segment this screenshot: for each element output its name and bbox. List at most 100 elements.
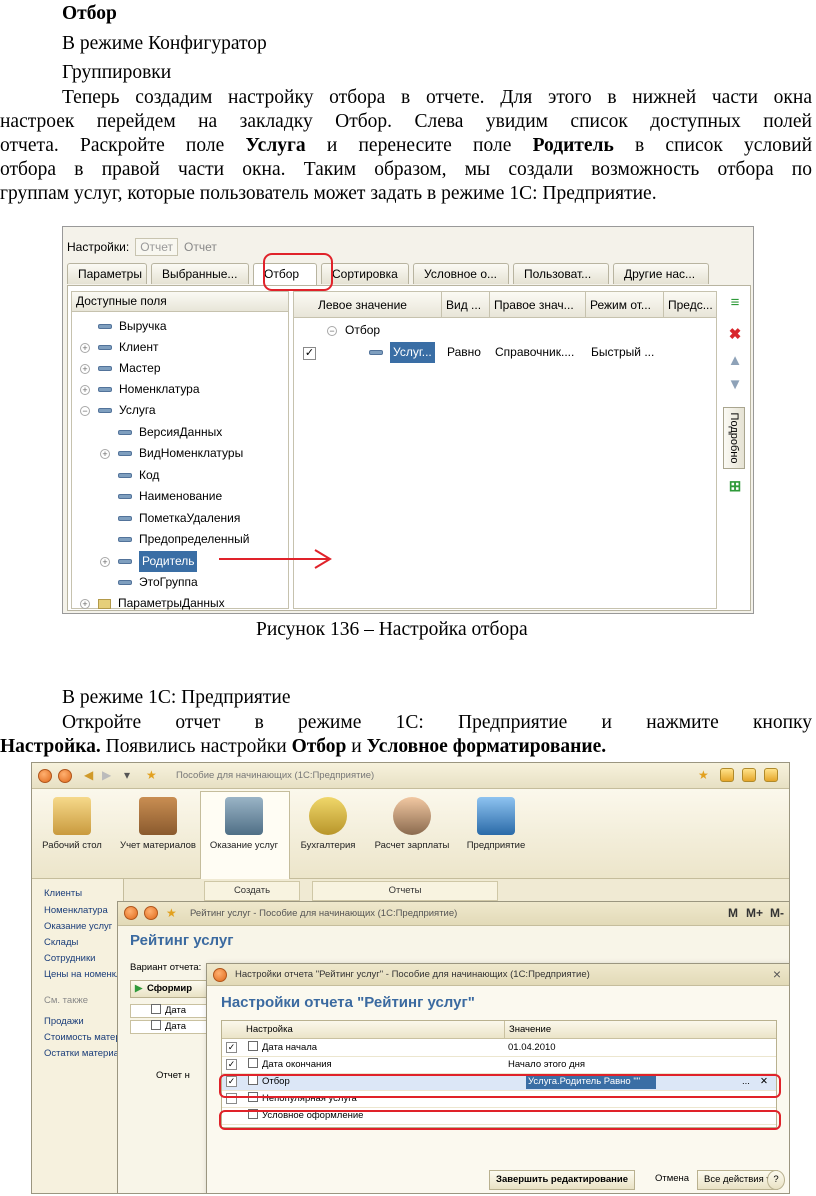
filter-mode[interactable]: Быстрый ... [588, 342, 654, 363]
settings-window: Настройки отчета "Рейтинг услуг" - Пособ… [206, 963, 789, 1193]
filter-row-check[interactable]: ✓ [300, 342, 316, 363]
cancel-button[interactable]: Отмена [649, 1170, 695, 1190]
expand-icon[interactable]: + [80, 384, 90, 395]
star-icon[interactable]: ★ [146, 768, 157, 782]
calc-icon[interactable] [742, 768, 756, 782]
1c-logo-icon[interactable] [124, 906, 138, 920]
filter-compare-type[interactable]: Равно [444, 342, 481, 363]
tab-conditional[interactable]: Условное о... [413, 263, 509, 284]
expand-icon[interactable]: + [80, 342, 90, 353]
tree-item[interactable]: + ВидНоменклатуры [100, 443, 243, 464]
tab-parameters[interactable]: Параметры [67, 263, 147, 284]
section-materials[interactable]: Учет материалов [118, 797, 198, 851]
report-param-row[interactable]: Дата [130, 1004, 210, 1018]
tab-user[interactable]: Пользоват... [513, 263, 609, 284]
filter-grid-header: Левое значение Вид ... Правое знач... Ре… [294, 292, 716, 318]
nav-item[interactable]: Склады [44, 936, 78, 950]
checkbox[interactable]: ✓ [226, 1059, 237, 1070]
materials-icon [139, 797, 177, 835]
report-title: Рейтинг услуг [130, 932, 234, 949]
expand-icon[interactable]: + [100, 556, 110, 567]
1c-logo-icon[interactable] [38, 769, 52, 783]
star-icon[interactable]: ★ [166, 906, 177, 920]
field-icon [98, 345, 112, 350]
nav-item[interactable]: Номенклатура [44, 904, 108, 918]
highlight-filter [219, 1074, 781, 1098]
tree-item[interactable]: ЭтоГруппа [118, 572, 198, 593]
checkbox[interactable]: ✓ [303, 347, 316, 360]
tree-item[interactable]: + Клиент [80, 337, 159, 358]
move-down-icon[interactable]: ▼ [727, 377, 743, 393]
section-payroll[interactable]: Расчет зарплаты [372, 797, 452, 851]
tree-item[interactable]: + ПараметрыДанных [80, 593, 225, 613]
field-icon [118, 537, 132, 542]
settings-row[interactable]: ✓ Дата окончания Начало этого дня [222, 1057, 776, 1074]
nav-item[interactable]: Оказание услуг [44, 920, 112, 934]
nav-item[interactable]: Клиенты [44, 887, 82, 901]
field-icon [118, 580, 132, 585]
sections-panel: Рабочий стол Учет материалов Оказание ус… [32, 789, 789, 879]
tree-item[interactable]: + Номенклатура [80, 379, 200, 400]
add-condition-icon[interactable]: ≡ [727, 295, 743, 311]
1c-logo-icon[interactable] [213, 968, 227, 982]
nav-item[interactable]: Сотрудники [44, 952, 95, 966]
m-plus-button[interactable]: M+ [746, 906, 763, 920]
expand-icon[interactable]: + [80, 598, 90, 609]
paragraph-1: Теперь создадим настройку отбора в отчет… [0, 87, 813, 204]
highlight-oval [263, 253, 333, 291]
finish-editing-button[interactable]: Завершить редактирование [489, 1170, 636, 1190]
form-report-button[interactable]: ▶ Сформир [130, 980, 210, 998]
tree-item[interactable]: Выручка [98, 316, 167, 337]
collapse-icon[interactable]: − [327, 326, 337, 336]
calendar-icon[interactable] [764, 768, 778, 782]
building-icon [477, 797, 515, 835]
history-icon[interactable] [720, 768, 734, 782]
report-param-row[interactable]: Дата [130, 1020, 210, 1034]
detail-button[interactable]: Подробно [723, 407, 745, 469]
m-button[interactable]: M [728, 906, 738, 920]
help-icon[interactable]: ? [767, 1170, 785, 1190]
field-icon [369, 350, 383, 355]
m-minus-button[interactable]: M- [770, 906, 784, 920]
tree-item[interactable]: ВерсияДанных [118, 422, 222, 443]
tree-item[interactable]: Наименование [118, 486, 222, 507]
collapse-icon[interactable]: − [80, 405, 90, 416]
nav-item[interactable]: Продажи [44, 1015, 84, 1029]
field-icon [118, 430, 132, 435]
section-services[interactable]: Оказание услуг [204, 797, 284, 851]
section-desktop[interactable]: Рабочий стол [32, 797, 112, 851]
tree-item[interactable]: Код [118, 465, 159, 486]
settings-row[interactable]: ✓ Дата начала 01.04.2010 [222, 1040, 776, 1057]
filter-group-row[interactable]: − Отбор [324, 320, 380, 341]
favorites-icon[interactable]: ★ [698, 768, 709, 782]
all-actions-button[interactable]: Все действия ▾ [697, 1170, 779, 1190]
tree-item[interactable]: ПометкаУдаления [118, 508, 240, 529]
section-enterprise[interactable]: Предприятие [456, 797, 536, 851]
arrow-annotation [219, 549, 332, 569]
close-icon[interactable]: × [773, 966, 781, 982]
filter-left-value[interactable]: Услуг... [366, 342, 435, 363]
section-accounting[interactable]: Бухгалтерия [288, 797, 368, 851]
move-up-icon[interactable]: ▲ [727, 353, 743, 369]
tab-other[interactable]: Другие нас... [613, 263, 709, 284]
settings-value[interactable]: Отчет [135, 238, 179, 256]
tree-item[interactable]: + Мастер [80, 358, 161, 379]
filter-right-value[interactable]: Справочник.... [492, 342, 574, 363]
expand-icon[interactable]: + [80, 363, 90, 374]
add-group-icon[interactable]: ⊞ [727, 479, 743, 495]
menu-icon[interactable] [58, 769, 72, 783]
coins-icon [309, 797, 347, 835]
desktop-icon [53, 797, 91, 835]
tab-selected[interactable]: Выбранные... [151, 263, 249, 284]
back-icon[interactable]: ◀ [84, 768, 93, 782]
forward-icon[interactable]: ▶ [102, 768, 111, 782]
tab-sort[interactable]: Сортировка [321, 263, 409, 284]
tree-item-parent[interactable]: + Родитель [100, 551, 198, 572]
app-title: Пособие для начинающих (1С:Предприятие) [176, 770, 375, 781]
delete-icon[interactable]: ✖ [727, 327, 743, 343]
expand-icon[interactable]: + [100, 448, 110, 459]
tree-item[interactable]: − Услуга [80, 400, 156, 421]
checkbox[interactable]: ✓ [226, 1042, 237, 1053]
menu-icon[interactable] [144, 906, 158, 920]
dropdown-icon[interactable]: ▾ [124, 768, 130, 782]
